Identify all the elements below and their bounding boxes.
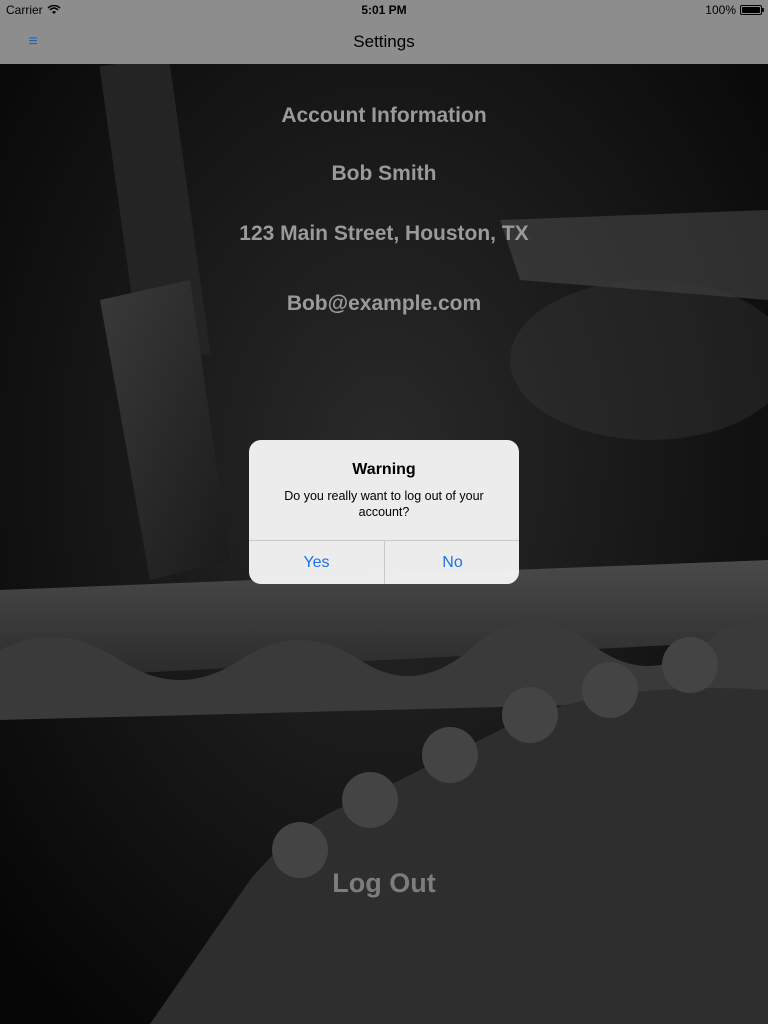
yes-button[interactable]: Yes [249, 541, 384, 584]
logout-warning-dialog: Warning Do you really want to log out of… [249, 440, 519, 584]
status-time: 5:01 PM [361, 3, 407, 17]
account-address: 123 Main Street, Houston, TX [239, 222, 529, 245]
battery-icon [740, 5, 764, 15]
no-button[interactable]: No [385, 541, 519, 584]
dialog-title: Warning [352, 461, 416, 478]
dialog-message: Do you really want to log out of your ac… [284, 489, 484, 519]
status-bar: Carrier 5:01 PM 100% [0, 0, 768, 20]
account-name: Bob Smith [331, 162, 437, 185]
page-title: Settings [353, 32, 415, 51]
navigation-bar: ≡ Settings [0, 20, 768, 64]
account-email: Bob@example.com [286, 292, 482, 315]
account-information-heading: Account Information [281, 104, 487, 127]
log-out-button[interactable]: Log Out [0, 868, 768, 899]
battery-percentage: 100% [705, 3, 736, 17]
battery-indicator: 100% [705, 3, 764, 17]
settings-screen: Carrier 5:01 PM 100% ≡ Settings Account … [0, 0, 768, 1024]
